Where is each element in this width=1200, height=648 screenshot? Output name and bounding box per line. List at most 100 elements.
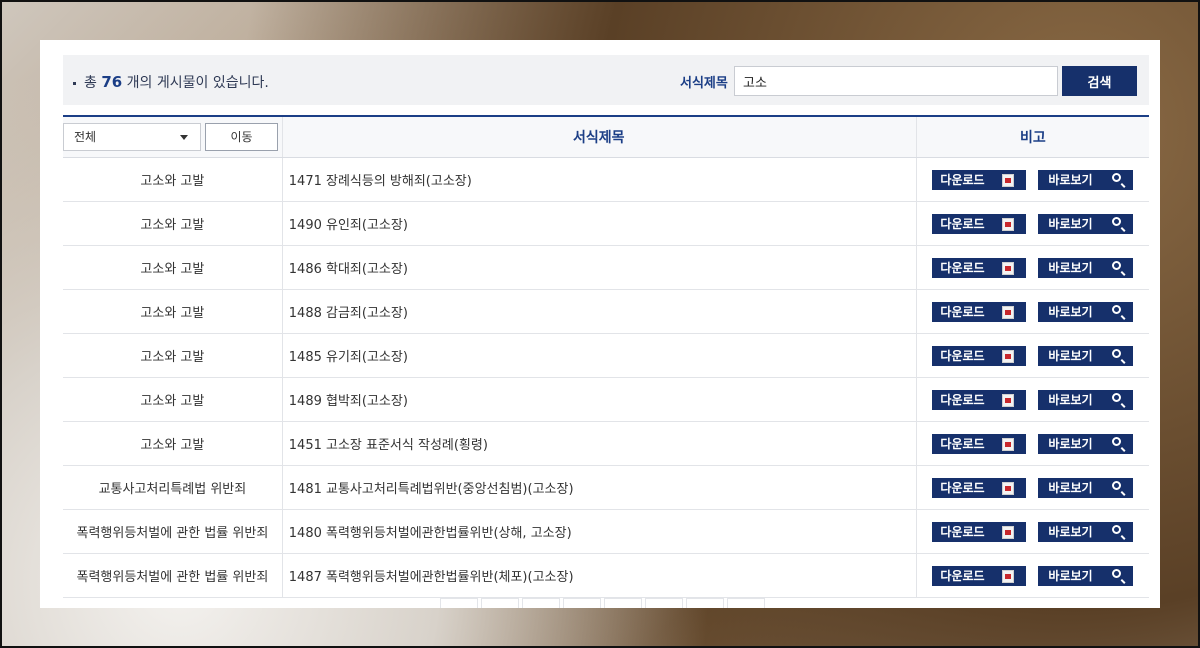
page-button[interactable] — [727, 598, 765, 608]
magnifier-icon — [1112, 568, 1122, 578]
search-button[interactable]: 검색 — [1062, 66, 1137, 96]
table-row: 폭력행위등처벌에 관한 법률 위반죄 1487 폭력행위등처벌에관한법률위반(체포… — [63, 553, 1149, 598]
magnifier-icon — [1112, 216, 1122, 226]
download-button[interactable]: 다운로드 — [932, 345, 1027, 366]
download-label: 다운로드 — [940, 172, 985, 187]
search-bar: 총 76 개의 게시물이 있습니다. 서식제목 검색 — [63, 55, 1149, 105]
download-label: 다운로드 — [940, 392, 985, 407]
view-label: 바로보기 — [1048, 260, 1093, 275]
view-label: 바로보기 — [1048, 568, 1093, 583]
magnifier-icon — [1112, 260, 1122, 270]
row-title[interactable]: 1486 학대죄(고소장) — [281, 245, 917, 290]
row-title[interactable]: 1471 장례식등의 방해죄(고소장) — [281, 157, 917, 202]
row-title[interactable]: 1488 감금죄(고소장) — [281, 289, 917, 334]
pdf-file-icon — [1002, 261, 1015, 275]
view-button[interactable]: 바로보기 — [1038, 169, 1134, 190]
pdf-file-icon — [1002, 393, 1015, 407]
summary-prefix: 총 — [84, 75, 97, 91]
table-row: 고소와 고발 1490 유인죄(고소장) 다운로드 바로보기 — [63, 201, 1149, 246]
row-actions: 다운로드 바로보기 — [915, 377, 1149, 422]
view-button[interactable]: 바로보기 — [1038, 521, 1134, 542]
view-button[interactable]: 바로보기 — [1038, 345, 1134, 366]
row-title[interactable]: 1480 폭력행위등처벌에관한법률위반(상해, 고소장) — [281, 509, 917, 554]
view-label: 바로보기 — [1048, 524, 1093, 539]
board-panel: 총 76 개의 게시물이 있습니다. 서식제목 검색 전체 이동 서식제목 비고… — [40, 40, 1160, 608]
page-button[interactable] — [604, 598, 642, 608]
page-button[interactable] — [563, 598, 601, 608]
page-button[interactable] — [440, 598, 478, 608]
magnifier-icon — [1112, 304, 1122, 314]
page-button[interactable] — [645, 598, 683, 608]
magnifier-icon — [1112, 392, 1122, 402]
row-title[interactable]: 1451 고소장 표준서식 작성례(횡령) — [281, 421, 917, 466]
post-count: 76 — [101, 73, 123, 91]
page-button[interactable] — [686, 598, 724, 608]
row-title[interactable]: 1487 폭력행위등처벌에관한법률위반(체포)(고소장) — [281, 553, 917, 598]
page-button[interactable] — [481, 598, 519, 608]
row-category: 고소와 고발 — [63, 201, 283, 246]
page-button[interactable] — [522, 598, 560, 608]
pdf-file-icon — [1002, 437, 1015, 451]
download-button[interactable]: 다운로드 — [932, 257, 1027, 278]
category-select[interactable]: 전체 — [63, 123, 201, 151]
pdf-file-icon — [1002, 305, 1015, 319]
view-button[interactable]: 바로보기 — [1038, 213, 1134, 234]
view-button[interactable]: 바로보기 — [1038, 257, 1134, 278]
row-title[interactable]: 1489 협박죄(고소장) — [281, 377, 917, 422]
row-category: 폭력행위등처벌에 관한 법률 위반죄 — [63, 509, 283, 554]
view-label: 바로보기 — [1048, 436, 1093, 451]
view-label: 바로보기 — [1048, 348, 1093, 363]
row-actions: 다운로드 바로보기 — [915, 157, 1149, 202]
download-button[interactable]: 다운로드 — [932, 389, 1027, 410]
pdf-file-icon — [1002, 173, 1015, 187]
pdf-file-icon — [1002, 481, 1015, 495]
download-button[interactable]: 다운로드 — [932, 477, 1027, 498]
view-button[interactable]: 바로보기 — [1038, 565, 1134, 586]
search-label: 서식제목 — [680, 76, 728, 91]
pdf-file-icon — [1002, 217, 1015, 231]
row-category: 폭력행위등처벌에 관한 법률 위반죄 — [63, 553, 283, 598]
search-input[interactable] — [734, 66, 1058, 96]
pagination — [440, 598, 768, 608]
row-actions: 다운로드 바로보기 — [915, 509, 1149, 554]
row-category: 고소와 고발 — [63, 377, 283, 422]
table-row: 고소와 고발 1485 유기죄(고소장) 다운로드 바로보기 — [63, 333, 1149, 378]
download-button[interactable]: 다운로드 — [932, 521, 1027, 542]
download-label: 다운로드 — [940, 304, 985, 319]
download-button[interactable]: 다운로드 — [932, 433, 1027, 454]
chevron-down-icon — [180, 135, 188, 140]
download-button[interactable]: 다운로드 — [932, 169, 1027, 190]
magnifier-icon — [1112, 348, 1122, 358]
download-label: 다운로드 — [940, 524, 985, 539]
download-button[interactable]: 다운로드 — [932, 565, 1027, 586]
view-button[interactable]: 바로보기 — [1038, 433, 1134, 454]
summary-suffix: 개의 게시물이 있습니다. — [126, 75, 269, 91]
table-row: 고소와 고발 1451 고소장 표준서식 작성례(횡령) 다운로드 바로보기 — [63, 421, 1149, 466]
row-title[interactable]: 1485 유기죄(고소장) — [281, 333, 917, 378]
download-label: 다운로드 — [940, 480, 985, 495]
move-button[interactable]: 이동 — [205, 123, 278, 151]
view-label: 바로보기 — [1048, 216, 1093, 231]
download-button[interactable]: 다운로드 — [932, 213, 1027, 234]
row-category: 고소와 고발 — [63, 245, 283, 290]
row-title[interactable]: 1481 교통사고처리특례법위반(중앙선침범)(고소장) — [281, 465, 917, 510]
pdf-file-icon — [1002, 349, 1015, 363]
download-label: 다운로드 — [940, 436, 985, 451]
table-row: 고소와 고발 1486 학대죄(고소장) 다운로드 바로보기 — [63, 245, 1149, 290]
view-button[interactable]: 바로보기 — [1038, 301, 1134, 322]
row-actions: 다운로드 바로보기 — [915, 201, 1149, 246]
view-button[interactable]: 바로보기 — [1038, 477, 1134, 498]
row-actions: 다운로드 바로보기 — [915, 245, 1149, 290]
category-select-value: 전체 — [74, 130, 97, 144]
table-row: 교통사고처리특례법 위반죄 1481 교통사고처리특례법위반(중앙선침범)(고소장… — [63, 465, 1149, 510]
form-table: 전체 이동 서식제목 비고 고소와 고발 1471 장례식등의 방해죄(고소장) 다… — [63, 115, 1149, 598]
download-label: 다운로드 — [940, 568, 985, 583]
bullet-icon — [73, 81, 76, 85]
row-category: 고소와 고발 — [63, 421, 283, 466]
download-label: 다운로드 — [940, 216, 985, 231]
view-label: 바로보기 — [1048, 392, 1093, 407]
table-row: 고소와 고발 1471 장례식등의 방해죄(고소장) 다운로드 바로보기 — [63, 157, 1149, 202]
view-button[interactable]: 바로보기 — [1038, 389, 1134, 410]
row-title[interactable]: 1490 유인죄(고소장) — [281, 201, 917, 246]
download-button[interactable]: 다운로드 — [932, 301, 1027, 322]
